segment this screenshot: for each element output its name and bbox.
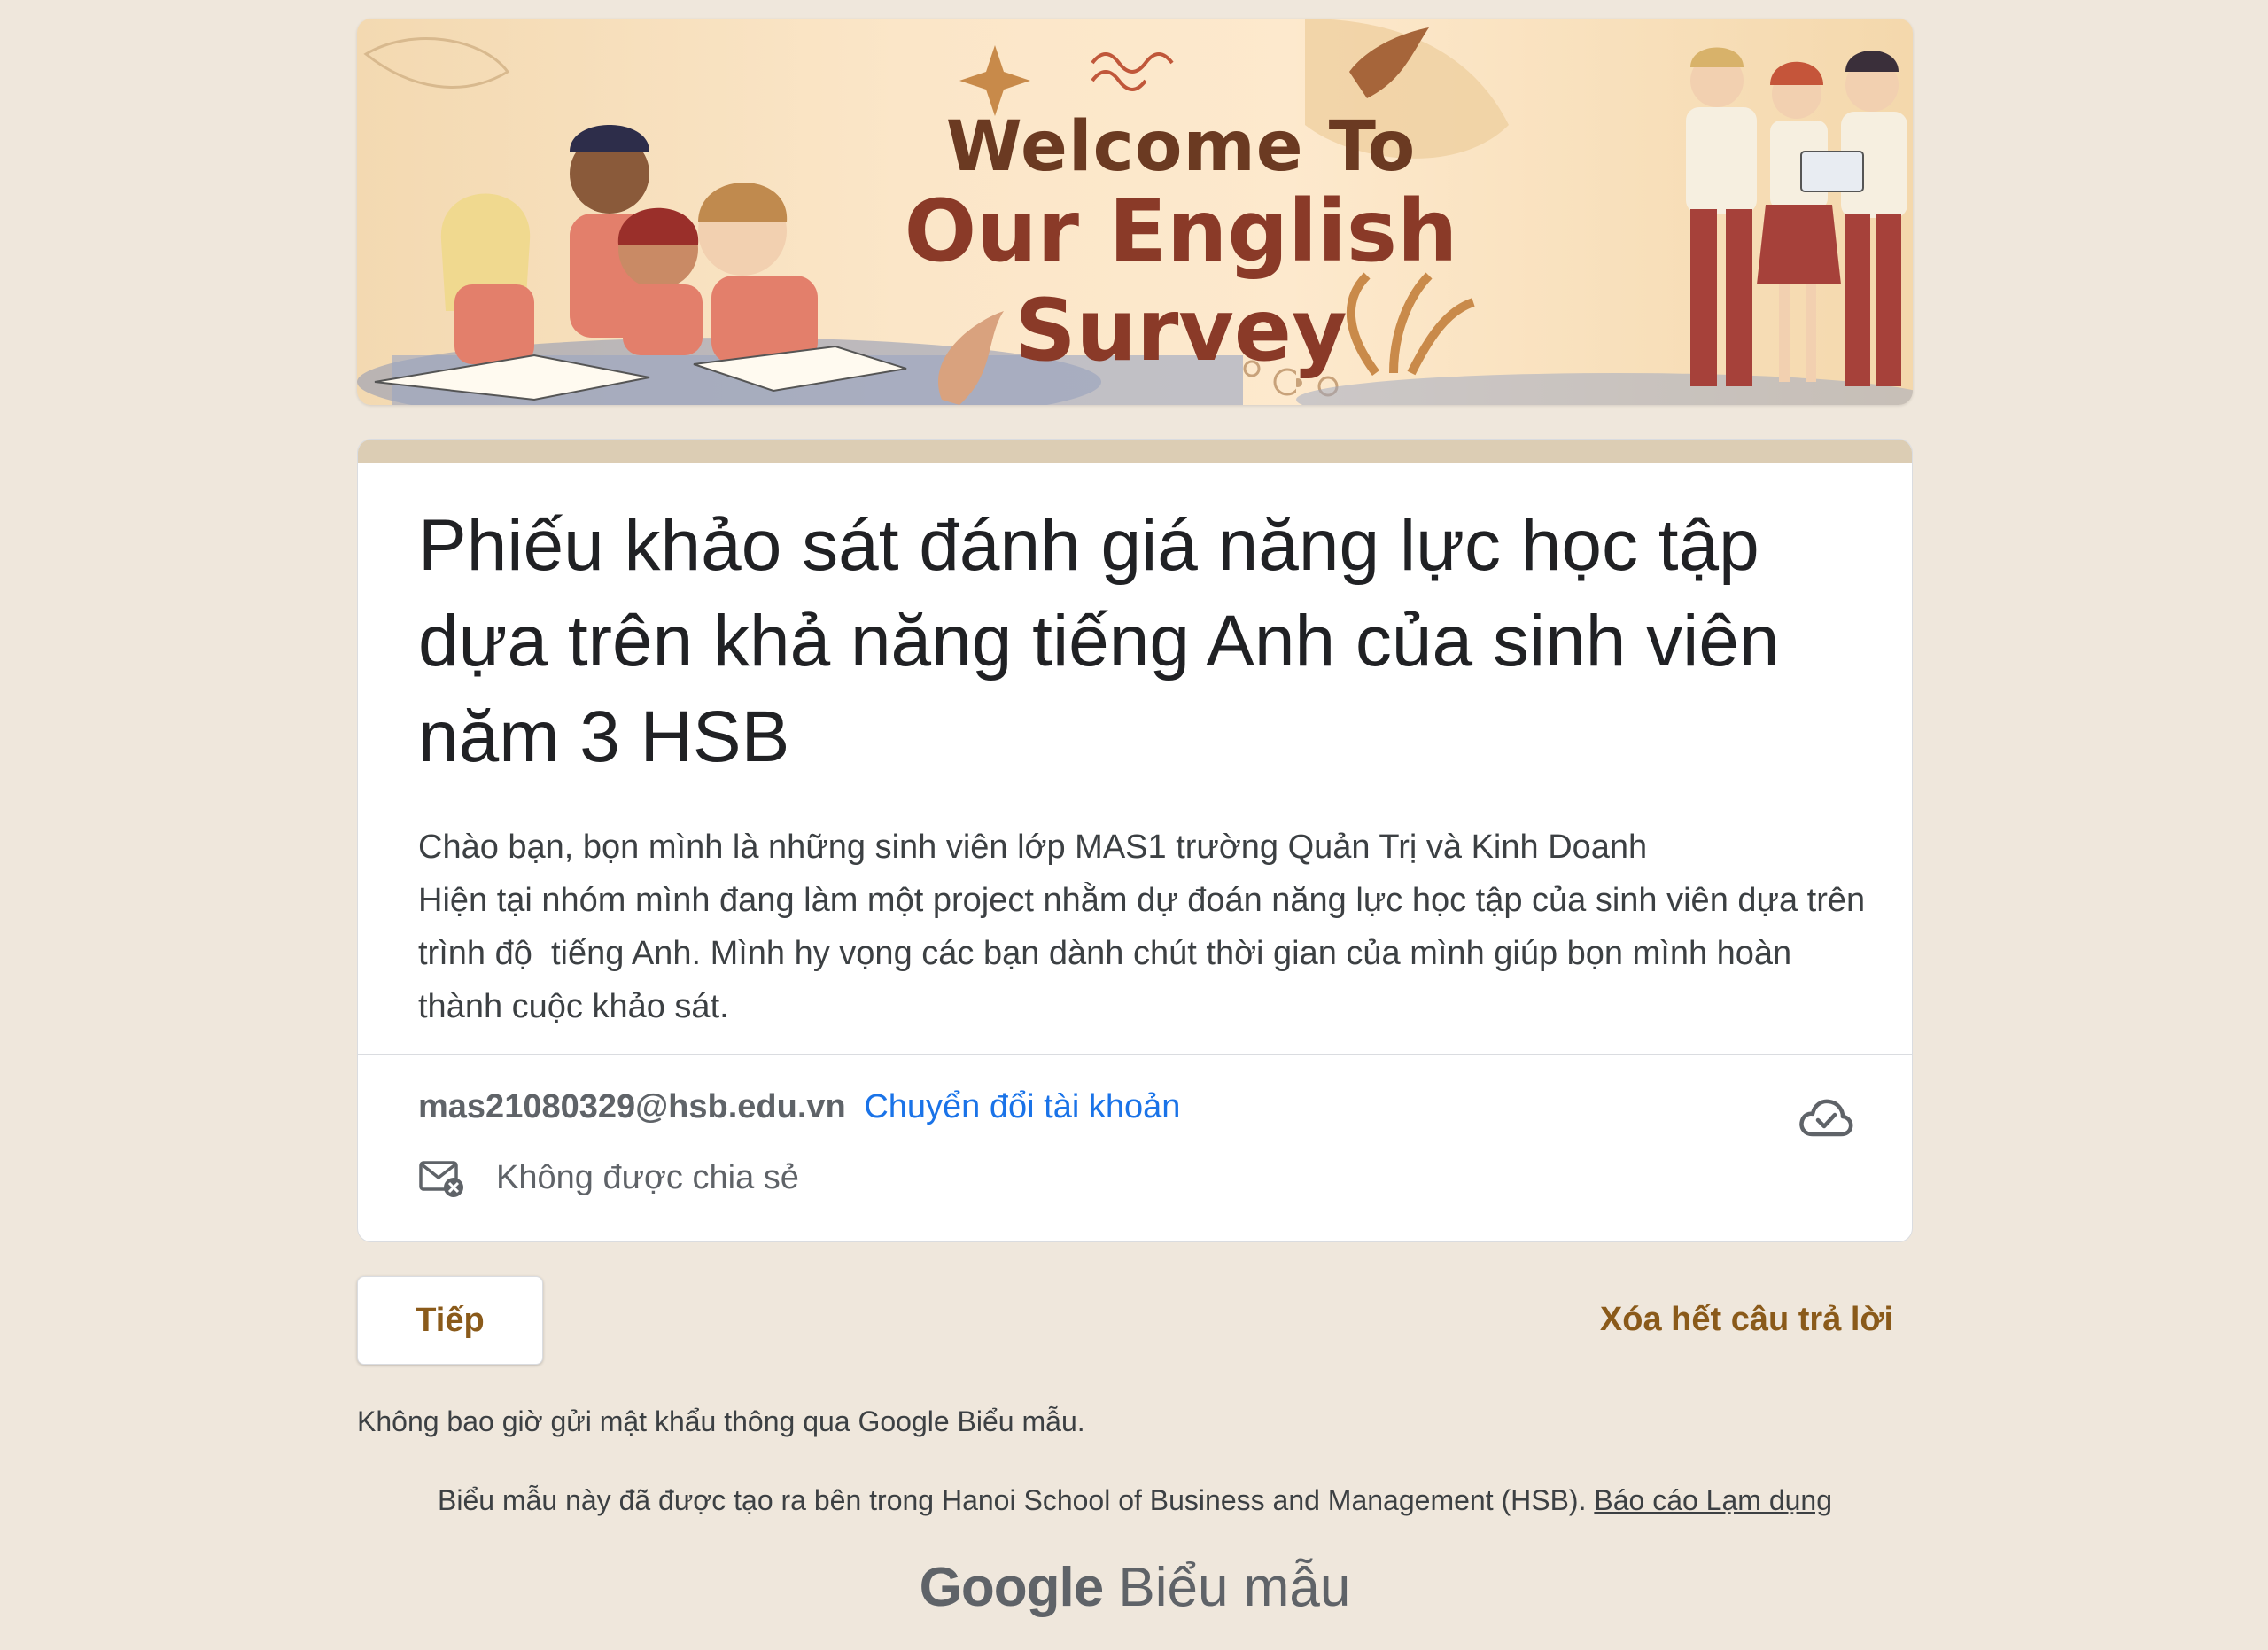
card-accent-bar [358,440,1912,463]
report-abuse-link[interactable]: Báo cáo Lạm dụng [1594,1484,1832,1516]
banner-title-line2: Our English Survey [904,182,1458,380]
created-in-text: Biểu mẫu này đã được tạo ra bên trong Ha… [438,1484,1587,1516]
password-warning: Không bao giờ gửi mật khẩu thông qua Goo… [357,1405,1085,1437]
form-title: Phiếu khảo sát đánh giá năng lực học tập… [418,505,1780,777]
footer-note: Biểu mẫu này đã được tạo ra bên trong Ha… [357,1484,1913,1517]
form-description: Chào bạn, bọn mình là những sinh viên lớ… [418,821,1871,1033]
account-row: mas21080329@hsb.edu.vn Chuyển đổi tài kh… [418,1086,1180,1127]
switch-account-link[interactable]: Chuyển đổi tài khoản [864,1088,1180,1125]
not-shared-row: Không được chia sẻ [418,1156,799,1200]
card-divider [358,1054,1912,1055]
mail-block-icon [419,1161,463,1197]
account-email: mas21080329@hsb.edu.vn [418,1088,846,1125]
forms-wordmark: Biểu mẫu [1118,1557,1351,1618]
form-header-card: Phiếu khảo sát đánh giá năng lực học tập… [357,439,1913,1242]
form-description-line: Chào bạn, bọn mình là những sinh viên lớ… [418,829,1648,866]
form-container: Welcome To Our English Survey Phiếu khảo… [357,19,1913,1619]
form-actions: Tiếp Xóa hết câu trả lời [357,1276,1913,1365]
cloud-saved-icon [1799,1099,1853,1137]
google-forms-logo[interactable]: Google Biểu mẫu [357,1556,1913,1619]
next-button[interactable]: Tiếp [357,1276,543,1365]
banner-title-line1: Welcome To [945,107,1417,187]
not-shared-label: Không được chia sẻ [496,1158,799,1196]
header-banner: Welcome To Our English Survey [357,19,1913,405]
banner-title: Welcome To Our English Survey [800,107,1562,380]
form-description-line: Hiện tại nhóm mình đang làm một project … [418,882,1875,1025]
google-wordmark: Google [919,1557,1105,1618]
clear-form-button[interactable]: Xóa hết câu trả lời [1600,1301,1893,1339]
